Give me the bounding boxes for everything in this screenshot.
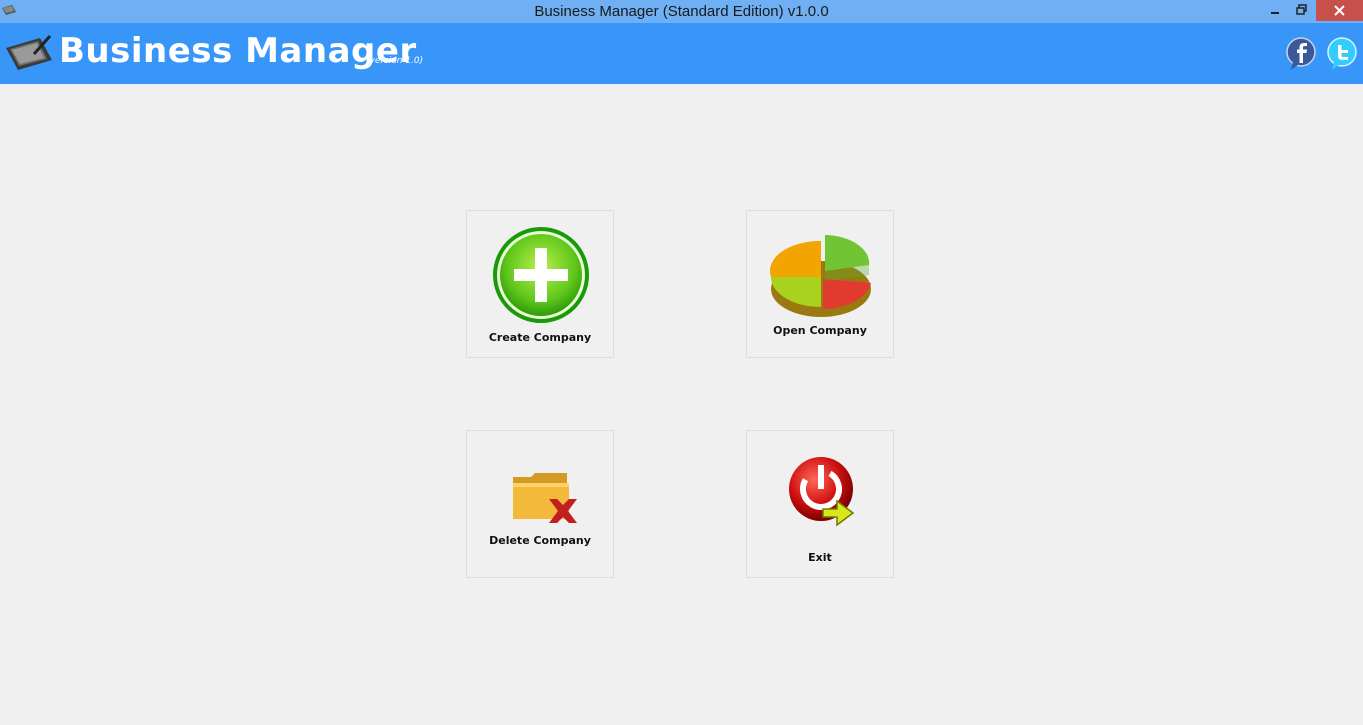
close-button[interactable] xyxy=(1316,0,1363,21)
window-title: Business Manager (Standard Edition) v1.0… xyxy=(534,3,829,20)
open-company-label: Open Company xyxy=(773,324,867,337)
twitter-icon xyxy=(1327,37,1357,70)
delete-company-label: Delete Company xyxy=(489,534,591,547)
open-company-button[interactable]: Open Company xyxy=(746,210,894,358)
close-icon xyxy=(1334,5,1345,16)
minimize-icon xyxy=(1271,12,1279,14)
exit-label: Exit xyxy=(808,551,832,564)
exit-button[interactable]: Exit xyxy=(746,430,894,578)
twitter-button[interactable] xyxy=(1326,37,1358,71)
folder-delete-icon xyxy=(513,473,577,523)
restore-button[interactable] xyxy=(1288,0,1316,21)
window-title-bar: Business Manager (Standard Edition) v1.0… xyxy=(0,0,1363,23)
restore-icon xyxy=(1296,4,1307,15)
plus-circle-icon xyxy=(493,227,589,323)
delete-company-button[interactable]: Delete Company xyxy=(466,430,614,578)
app-header: Business Manager (version 1.0) xyxy=(0,23,1363,84)
facebook-button[interactable] xyxy=(1285,37,1317,71)
facebook-icon xyxy=(1286,37,1316,70)
power-exit-icon xyxy=(789,457,855,527)
pie-chart-icon xyxy=(769,235,871,317)
minimize-button[interactable] xyxy=(1262,0,1288,21)
create-company-button[interactable]: Create Company xyxy=(466,210,614,358)
app-name: Business Manager xyxy=(59,31,417,71)
tablet-logo-icon xyxy=(6,35,52,70)
app-version: (version 1.0) xyxy=(366,56,424,66)
create-company-label: Create Company xyxy=(488,331,592,344)
